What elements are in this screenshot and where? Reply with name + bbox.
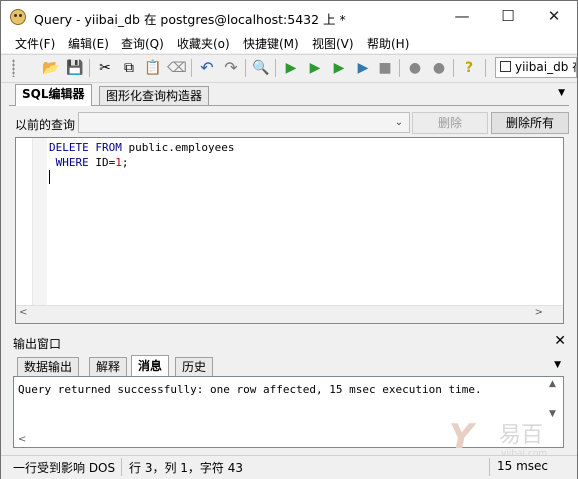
- status-bar: 一行受到影响 DOS 行 3，列 1，字符 43 15 msec: [1, 455, 577, 479]
- menu-file[interactable]: 文件(F): [15, 35, 55, 52]
- commit-icon[interactable]: ●: [405, 58, 425, 78]
- status-separator: [121, 458, 122, 476]
- find-icon[interactable]: 🔍: [251, 58, 271, 78]
- database-name: yiibai_db 在: [515, 60, 576, 74]
- scroll-up-icon[interactable]: ▲: [549, 379, 556, 389]
- query-window: Query - yiibai_db 在 postgres@localhost:5…: [0, 0, 578, 479]
- redo-icon[interactable]: ↷: [221, 58, 241, 78]
- toolbar-separator: [453, 59, 454, 77]
- editor-horizontal-scrollbar[interactable]: < >: [16, 305, 563, 323]
- sql-text: ;: [121, 156, 129, 169]
- eraser-icon[interactable]: ⌫: [167, 58, 187, 78]
- delete-all-button[interactable]: 删除所有: [491, 112, 569, 134]
- result-message: Query returned successfully: one row aff…: [18, 383, 482, 396]
- menu-edit[interactable]: 编辑(E): [68, 35, 109, 52]
- scroll-down-icon[interactable]: ▼: [549, 409, 556, 419]
- sql-editor[interactable]: DELETE FROM public.employees WHERE ID=1;…: [15, 137, 564, 324]
- output-header: 输出窗口 ✕: [9, 333, 569, 351]
- maximize-icon[interactable]: ☐: [485, 1, 531, 32]
- sql-keyword: FROM: [95, 141, 122, 154]
- previous-queries-label: 以前的查询: [15, 118, 76, 132]
- tab-history[interactable]: 历史: [175, 357, 214, 377]
- tab-explain[interactable]: 解释: [89, 357, 128, 377]
- menu-view[interactable]: 视图(V): [312, 35, 354, 52]
- execute-icon[interactable]: ▶: [281, 58, 301, 78]
- rollback-icon[interactable]: ●: [429, 58, 449, 78]
- watermark-brand: 易百: [499, 423, 544, 448]
- toolbar-separator: [245, 59, 246, 77]
- sql-keyword: DELETE: [49, 141, 89, 154]
- status-execution-time: 15 msec: [497, 459, 549, 473]
- window-title: Query - yiibai_db 在 postgres@localhost:5…: [34, 12, 346, 27]
- copy-icon[interactable]: ⧉: [119, 58, 139, 78]
- tab-divider: [9, 105, 569, 106]
- chevron-down-icon[interactable]: ⌄: [391, 113, 407, 132]
- elephant-app-icon: [10, 9, 26, 25]
- paste-icon[interactable]: 📋: [143, 58, 163, 78]
- status-separator: [489, 458, 490, 476]
- tab-sql-editor[interactable]: SQL编辑器: [15, 84, 92, 106]
- sql-number: 1: [115, 156, 122, 169]
- tab-graphical-query-builder[interactable]: 图形化查询构造器: [99, 86, 210, 105]
- close-icon[interactable]: ✕: [531, 1, 577, 32]
- stop-icon[interactable]: ■: [375, 58, 395, 78]
- toolbar: 📂 💾 ✂ ⧉ 📋 ⌫ ↶ ↷ 🔍 ▶ ▶ ▶ ▶ ■ ● ● ? yiibai…: [1, 54, 577, 83]
- sql-keyword: WHERE: [55, 156, 89, 169]
- tab-data-output[interactable]: 数据输出: [17, 357, 80, 377]
- tab-menu-chevron-down-icon[interactable]: ▼: [554, 360, 561, 370]
- menu-macros[interactable]: 快捷键(M): [243, 35, 299, 52]
- status-cursor-position: 行 3，列 1，字符 43: [129, 461, 243, 475]
- toolbar-separator: [399, 59, 400, 77]
- watermark: Y 易百 yiibai.com: [449, 419, 569, 459]
- undo-icon[interactable]: ↶: [197, 58, 217, 78]
- cut-icon[interactable]: ✂: [95, 58, 115, 78]
- sql-code[interactable]: DELETE FROM public.employees WHERE ID=1;: [49, 140, 234, 170]
- menu-bar: 文件(F) 编辑(E) 查询(Q) 收藏夹(o) 快捷键(M) 视图(V) 帮助…: [1, 32, 577, 53]
- title-bar[interactable]: Query - yiibai_db 在 postgres@localhost:5…: [1, 1, 577, 32]
- toolbar-grip[interactable]: [12, 59, 15, 77]
- toolbar-separator: [89, 59, 90, 77]
- output-title: 输出窗口: [13, 337, 62, 351]
- tab-messages[interactable]: 消息: [131, 355, 170, 377]
- database-selector[interactable]: yiibai_db 在: [495, 57, 577, 78]
- execute-pgscript-icon[interactable]: ▶: [305, 58, 325, 78]
- menu-help[interactable]: 帮助(H): [367, 35, 409, 52]
- scroll-right-icon[interactable]: >: [535, 307, 543, 318]
- explain-icon[interactable]: ▶: [353, 58, 373, 78]
- save-icon[interactable]: 💾: [65, 58, 85, 78]
- sql-text: ID=: [88, 156, 116, 169]
- line-number-gutter: [16, 138, 33, 306]
- status-rows-affected: 一行受到影响 DOS: [13, 461, 116, 475]
- sql-text: public.employees: [121, 141, 235, 154]
- minimize-icon[interactable]: —: [439, 1, 485, 32]
- toolbar-separator: [275, 59, 276, 77]
- menu-query[interactable]: 查询(Q): [121, 35, 164, 52]
- text-caret: [49, 170, 50, 184]
- scroll-left-icon[interactable]: <: [18, 434, 26, 445]
- toolbar-separator: [485, 59, 486, 77]
- execute-to-file-icon[interactable]: ▶: [329, 58, 349, 78]
- editor-tabbar: SQL编辑器 图形化查询构造器 ▼: [9, 83, 569, 106]
- previous-queries-combo[interactable]: ⌄: [78, 112, 410, 133]
- help-icon[interactable]: ?: [459, 58, 479, 78]
- menu-favorites[interactable]: 收藏夹(o): [177, 35, 230, 52]
- output-tabbar: 数据输出 解释 消息 历史 ▼: [13, 355, 569, 377]
- delete-button[interactable]: 删除: [412, 112, 488, 134]
- close-icon[interactable]: ✕: [554, 333, 566, 349]
- watermark-logo: Y: [449, 417, 474, 457]
- toolbar-separator: [191, 59, 192, 77]
- fold-margin: [33, 138, 47, 306]
- previous-queries-row: 以前的查询 ⌄ 删除 删除所有: [1, 112, 578, 136]
- tab-menu-chevron-down-icon[interactable]: ▼: [558, 88, 565, 98]
- checkbox-icon: [500, 61, 511, 72]
- open-folder-icon[interactable]: 📂: [41, 58, 61, 78]
- scroll-left-icon[interactable]: <: [19, 307, 27, 318]
